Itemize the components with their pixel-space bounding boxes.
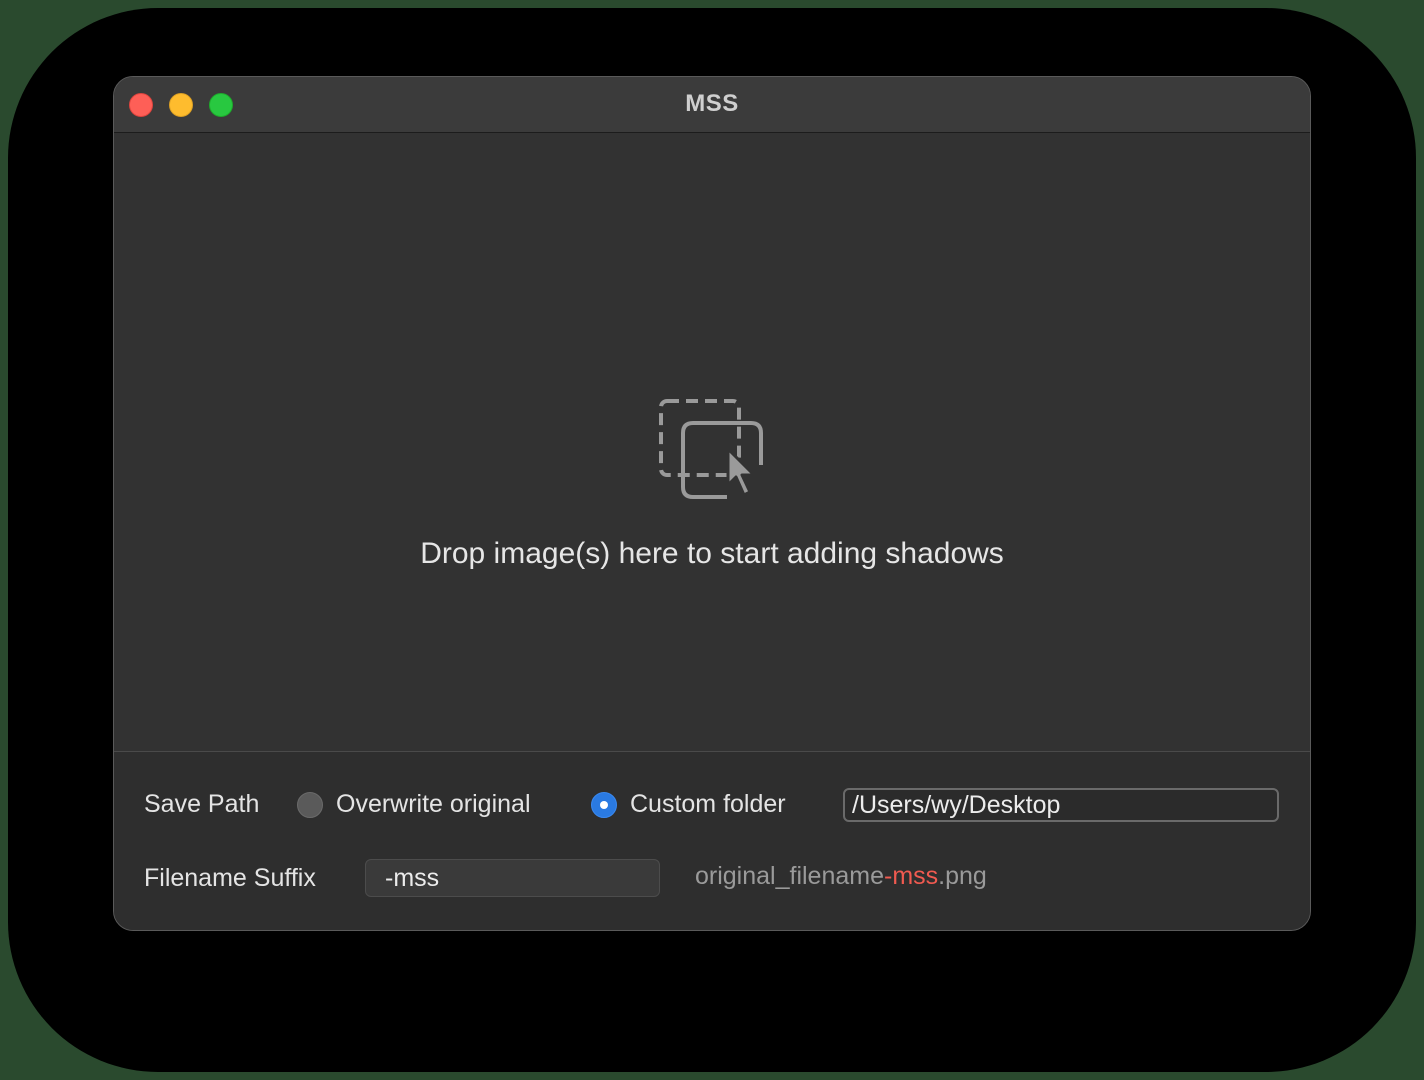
- custom-folder-radio[interactable]: [591, 792, 617, 818]
- title-bar[interactable]: MSS: [114, 77, 1310, 133]
- preview-suffix: -mss: [884, 862, 939, 890]
- custom-folder-label[interactable]: Custom folder: [630, 790, 786, 819]
- filename-suffix-input[interactable]: -mss: [365, 859, 660, 897]
- preview-extension: .png: [938, 862, 987, 890]
- preview-base: original_filename: [695, 862, 885, 890]
- filename-preview: original_filename-mss.png: [695, 862, 987, 891]
- overwrite-original-label[interactable]: Overwrite original: [336, 790, 531, 819]
- drop-instructions: Drop image(s) here to start adding shado…: [420, 537, 1004, 570]
- filename-suffix-label: Filename Suffix: [144, 864, 316, 892]
- save-path-label: Save Path: [144, 790, 260, 818]
- custom-folder-path-field[interactable]: /Users/wy/Desktop: [843, 788, 1279, 822]
- app-window: MSS Drop image(s) here to start adding s…: [113, 76, 1311, 931]
- image-drop-zone[interactable]: Drop image(s) here to start adding shado…: [114, 133, 1310, 751]
- settings-panel: Save Path Overwrite original Custom fold…: [114, 752, 1310, 930]
- window-title: MSS: [685, 90, 739, 117]
- overwrite-original-radio[interactable]: [297, 792, 323, 818]
- drop-images-icon: [659, 399, 763, 499]
